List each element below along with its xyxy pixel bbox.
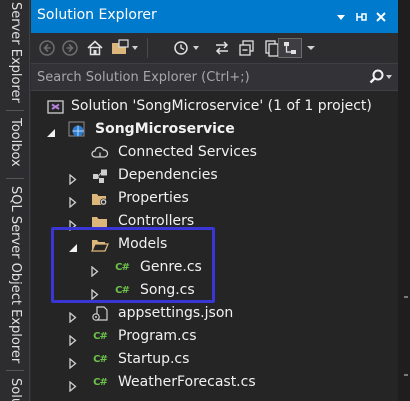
tree-item-label: WeatherForecast.cs xyxy=(118,374,256,390)
csharp-file-icon: C# xyxy=(91,374,109,391)
strip-separator xyxy=(6,178,24,179)
strip-separator xyxy=(6,370,24,371)
dependencies-icon xyxy=(91,167,109,184)
tree-item-program-cs[interactable]: C# Program.cs xyxy=(31,325,398,348)
csharp-glyph: C# xyxy=(93,331,108,342)
solution-tree: Solution 'SongMicroservice' (1 of 1 proj… xyxy=(31,91,398,401)
tree-item-label: appsettings.json xyxy=(118,305,234,321)
tree-item-label: Genre.cs xyxy=(140,259,202,275)
tree-item-label: Connected Services xyxy=(118,144,257,160)
search-input[interactable] xyxy=(31,64,376,90)
collapsed-arrow-icon[interactable] xyxy=(68,331,78,347)
collapsed-arrow-icon[interactable] xyxy=(68,377,78,393)
tree-item-appsettings-json[interactable]: appsettings.json xyxy=(31,302,398,325)
tool-window-strip: Server Explorer Toolbox SQL Server Objec… xyxy=(0,0,30,401)
csharp-file-icon: C# xyxy=(113,259,131,276)
collapsed-arrow-icon[interactable] xyxy=(90,285,100,301)
server-explorer-tab-label: Server Explorer xyxy=(8,2,23,103)
expanded-arrow-icon[interactable] xyxy=(46,124,56,137)
properties-folder-icon xyxy=(91,190,109,207)
collapsed-arrow-icon[interactable] xyxy=(68,216,78,232)
tree-item-label: Controllers xyxy=(118,213,195,229)
pending-changes-filter-icon[interactable] xyxy=(172,38,202,58)
search-bar xyxy=(31,63,398,91)
csharp-file-icon: C# xyxy=(91,351,109,368)
collapsed-arrow-icon[interactable] xyxy=(68,308,78,324)
sync-with-active-document-button[interactable] xyxy=(278,38,302,58)
sql-server-object-explorer-tab[interactable]: SQL Server Object Explorer xyxy=(5,186,25,363)
folder-icon xyxy=(91,213,109,230)
back-icon[interactable] xyxy=(38,38,56,58)
csharp-glyph: C# xyxy=(115,285,130,296)
collapsed-arrow-icon[interactable] xyxy=(68,170,78,186)
csharp-glyph: C# xyxy=(93,354,108,365)
tree-item-label: Dependencies xyxy=(118,167,218,183)
home-icon[interactable] xyxy=(85,38,105,58)
tree-item-song-cs[interactable]: C# Song.cs xyxy=(31,279,398,302)
tree-item-weatherforecast-cs[interactable]: C# WeatherForecast.cs xyxy=(31,371,398,394)
title-bar: Solution Explorer xyxy=(31,0,398,33)
tree-item-solution[interactable]: Solution 'SongMicroservice' (1 of 1 proj… xyxy=(31,95,398,118)
solution-explorer-tab[interactable]: Solu xyxy=(5,378,25,401)
forward-icon[interactable] xyxy=(61,38,79,58)
tree-item-models[interactable]: Models xyxy=(31,233,398,256)
chevron-down-icon[interactable] xyxy=(304,38,318,58)
csharp-glyph: C# xyxy=(115,262,130,273)
auto-hide-pin-icon[interactable] xyxy=(354,9,368,23)
toolbar-separator xyxy=(147,38,148,58)
tree-item-properties[interactable]: Properties xyxy=(31,187,398,210)
csharp-file-icon: C# xyxy=(113,282,131,299)
close-icon[interactable] xyxy=(374,9,388,23)
json-file-icon xyxy=(91,305,109,322)
csharp-glyph: C# xyxy=(93,377,108,388)
collapsed-arrow-icon[interactable] xyxy=(90,262,100,278)
tree-item-label: Properties xyxy=(118,190,189,206)
editor-edge xyxy=(398,0,410,401)
web-project-icon xyxy=(68,121,86,138)
editor-marker xyxy=(404,374,408,376)
tree-item-controllers[interactable]: Controllers xyxy=(31,210,398,233)
tree-item-label: Song.cs xyxy=(140,282,195,298)
expanded-arrow-icon[interactable] xyxy=(68,239,78,252)
collapse-all-icon[interactable] xyxy=(237,38,257,58)
solution-icon xyxy=(47,98,65,115)
tree-item-label: Solution 'SongMicroservice' (1 of 1 proj… xyxy=(71,98,372,114)
panel-title: Solution Explorer xyxy=(37,7,157,23)
strip-separator xyxy=(6,110,24,111)
toolbox-tab[interactable]: Toolbox xyxy=(5,118,25,167)
toolbar-gap xyxy=(272,38,273,58)
tree-item-label: SongMicroservice xyxy=(95,121,235,137)
tree-item-label: Program.cs xyxy=(118,328,197,344)
toolbox-tab-label: Toolbox xyxy=(8,118,23,167)
window-position-dropdown-icon[interactable] xyxy=(334,9,348,23)
csharp-file-icon: C# xyxy=(91,328,109,345)
sql-server-object-explorer-tab-label: SQL Server Object Explorer xyxy=(8,186,23,364)
sync-arrows-icon[interactable] xyxy=(212,38,232,58)
search-icon[interactable] xyxy=(368,69,394,89)
collapsed-arrow-icon[interactable] xyxy=(68,354,78,370)
toolbar xyxy=(31,33,398,63)
tree-item-dependencies[interactable]: Dependencies xyxy=(31,164,398,187)
tree-item-label: Models xyxy=(118,236,168,252)
switch-views-icon[interactable] xyxy=(110,38,140,58)
open-folder-icon xyxy=(91,236,109,253)
tree-item-startup-cs[interactable]: C# Startup.cs xyxy=(31,348,398,371)
tree-item-genre-cs[interactable]: C# Genre.cs xyxy=(31,256,398,279)
tree-item-connected-services[interactable]: Connected Services xyxy=(31,141,398,164)
solution-explorer-tab-label: Solu xyxy=(8,378,23,401)
cloud-icon xyxy=(91,144,109,161)
tree-item-label: Startup.cs xyxy=(118,351,190,367)
server-explorer-tab[interactable]: Server Explorer xyxy=(5,2,25,103)
editor-marker xyxy=(404,296,408,298)
collapsed-arrow-icon[interactable] xyxy=(68,193,78,209)
solution-explorer-panel: Solution Explorer Search Solution Explor… xyxy=(31,0,398,401)
tree-item-project[interactable]: SongMicroservice xyxy=(31,118,398,141)
